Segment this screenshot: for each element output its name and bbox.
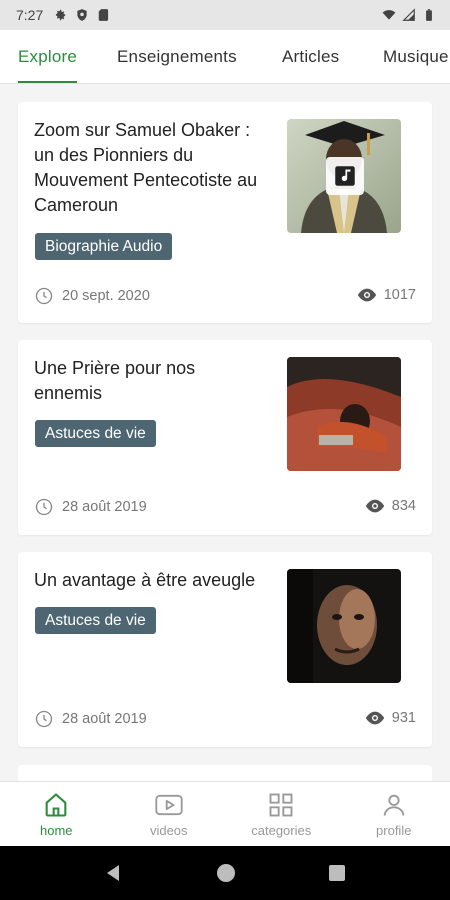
- clock-icon: [35, 498, 53, 516]
- views-count: 1017: [383, 287, 416, 303]
- nav-label: profile: [376, 822, 412, 838]
- nav-videos[interactable]: videos: [113, 782, 226, 846]
- sd-card-icon: [99, 9, 109, 21]
- nav-home[interactable]: home: [0, 782, 113, 846]
- tab-label: Musique: [383, 47, 449, 66]
- tab-explore[interactable]: Explore: [18, 30, 78, 83]
- clock-icon: [35, 710, 53, 728]
- settings-gear-icon: [56, 9, 66, 21]
- article-card[interactable]: Un avantage à être aveugle Astuces de vi…: [18, 552, 432, 747]
- category-badge[interactable]: Astuces de vie: [35, 607, 156, 634]
- signal-icon: [402, 8, 415, 21]
- grid-icon: [269, 793, 293, 816]
- date-text: 20 sept. 2020: [62, 288, 150, 304]
- nav-categories[interactable]: categories: [225, 782, 338, 846]
- back-icon[interactable]: [104, 863, 124, 883]
- views-count: 834: [391, 498, 416, 514]
- active-tab-indicator: [18, 81, 78, 83]
- screen: 7:27 Explore Enseignements Articles Musi…: [0, 0, 450, 900]
- article-date: 28 août 2019: [34, 497, 147, 517]
- article-thumbnail: [287, 357, 401, 471]
- wifi-icon: [382, 10, 396, 20]
- article-views: 1017: [356, 286, 416, 304]
- nav-label: videos: [149, 822, 188, 838]
- category-tabs: Explore Enseignements Articles Musique: [0, 30, 450, 84]
- nav-label: categories: [251, 822, 312, 838]
- article-card[interactable]: Zoom sur Samuel Obaker : un des Pionnier…: [18, 102, 432, 323]
- eye-icon: [365, 499, 384, 513]
- eye-icon: [365, 711, 384, 725]
- tab-label: Explore: [18, 47, 78, 66]
- nav-profile[interactable]: profile: [338, 782, 450, 846]
- recents-icon[interactable]: [328, 864, 346, 882]
- tab-label: Articles: [282, 47, 340, 66]
- battery-icon: [426, 9, 432, 21]
- tab-articles[interactable]: Articles: [282, 30, 340, 83]
- nav-label: home: [39, 822, 73, 838]
- shield-icon: [77, 9, 87, 21]
- category-badge[interactable]: Biographie Audio: [35, 233, 173, 260]
- home-icon: [45, 792, 67, 817]
- music-note-icon: [335, 166, 355, 186]
- status-time: 7:27: [16, 7, 44, 23]
- system-navigation-bar: [0, 846, 450, 900]
- audio-badge: [326, 157, 364, 195]
- views-count: 931: [391, 710, 416, 726]
- article-card[interactable]: Une Prière pour nos ennemis Astuces de v…: [18, 340, 432, 535]
- home-circle-icon[interactable]: [216, 863, 236, 883]
- article-date: 20 sept. 2020: [34, 286, 150, 306]
- article-thumbnail: [287, 569, 401, 683]
- article-title: Zoom sur Samuel Obaker : un des Pionnier…: [34, 120, 258, 215]
- article-title: Un avantage à être aveugle: [34, 570, 256, 590]
- article-thumbnail: [287, 119, 401, 233]
- tab-enseignements[interactable]: Enseignements: [117, 30, 237, 83]
- person-icon: [383, 794, 405, 816]
- tab-label: Enseignements: [117, 47, 237, 66]
- article-date: 28 août 2019: [34, 709, 147, 729]
- article-title: Une Prière pour nos ennemis: [34, 358, 196, 403]
- bottom-navigation: home videos categories profile: [0, 781, 450, 846]
- status-bar: 7:27: [0, 0, 450, 30]
- tab-musique[interactable]: Musique: [383, 30, 449, 83]
- play-icon: [155, 794, 183, 815]
- article-views: 931: [364, 709, 416, 727]
- article-views: 834: [364, 497, 416, 515]
- clock-icon: [35, 287, 53, 305]
- eye-icon: [357, 288, 376, 302]
- date-text: 28 août 2019: [62, 499, 147, 515]
- category-badge[interactable]: Astuces de vie: [35, 420, 156, 447]
- date-text: 28 août 2019: [62, 711, 147, 727]
